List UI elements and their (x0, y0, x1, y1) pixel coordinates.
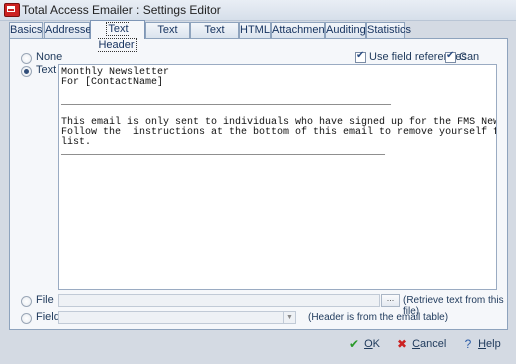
tab-text-header[interactable]: Text Header (90, 20, 145, 52)
ok-button-label-rest: K (372, 338, 380, 350)
text-header-panel: None Use field references Can Shrink Tex… (9, 38, 508, 330)
can-shrink-checkbox[interactable] (445, 50, 456, 63)
text-radio[interactable] (21, 66, 32, 77)
field-select[interactable]: ▼ (58, 311, 296, 324)
ok-button[interactable]: ✔ OK (347, 337, 380, 357)
tab-addresses[interactable]: Addresses (44, 22, 97, 38)
cancel-button-label-rest: ancel (420, 338, 447, 350)
field-radio[interactable] (21, 313, 32, 324)
close-icon: ✖ (396, 337, 408, 351)
tab-text-header-label: Text Header (98, 22, 137, 52)
none-label: None (36, 51, 63, 63)
ok-button-mnemonic: O (364, 338, 373, 350)
chevron-down-icon[interactable]: ▼ (283, 312, 295, 323)
cancel-button[interactable]: ✖ Cancel (395, 337, 446, 357)
tab-attachment[interactable]: Attachment (271, 22, 328, 38)
help-icon: ? (464, 337, 472, 351)
title-bar: Total Access Emailer : Settings Editor (0, 0, 516, 21)
tab-basics[interactable]: Basics (9, 22, 43, 38)
file-label: File (36, 294, 54, 306)
use-field-references-checkbox[interactable] (355, 50, 366, 63)
help-button[interactable]: ? Help (461, 337, 501, 357)
text-label: Text (36, 64, 57, 76)
field-label: Field (36, 311, 60, 323)
tab-html[interactable]: HTML (239, 22, 271, 38)
cancel-button-mnemonic: C (412, 338, 421, 350)
tab-statistics[interactable]: Statistics (366, 22, 411, 38)
help-button-label-rest: elp (486, 338, 501, 350)
tab-text-footer[interactable]: Text Footer (190, 22, 239, 50)
browse-button[interactable]: ... (381, 294, 400, 307)
file-path-input[interactable] (58, 294, 380, 307)
app-icon (4, 3, 20, 17)
tab-auditing[interactable]: Auditing (325, 22, 366, 38)
field-hint: (Header is from the email table) (308, 312, 449, 323)
help-button-mnemonic: H (478, 338, 487, 350)
tab-text-body[interactable]: Text Body (145, 22, 190, 50)
file-radio[interactable] (21, 296, 32, 307)
window-title: Total Access Emailer : Settings Editor (22, 3, 221, 17)
header-text-area[interactable]: Monthly Newsletter For [ContactName] ___… (58, 64, 497, 290)
checkmark-icon: ✔ (348, 337, 360, 351)
none-radio[interactable] (21, 53, 32, 64)
